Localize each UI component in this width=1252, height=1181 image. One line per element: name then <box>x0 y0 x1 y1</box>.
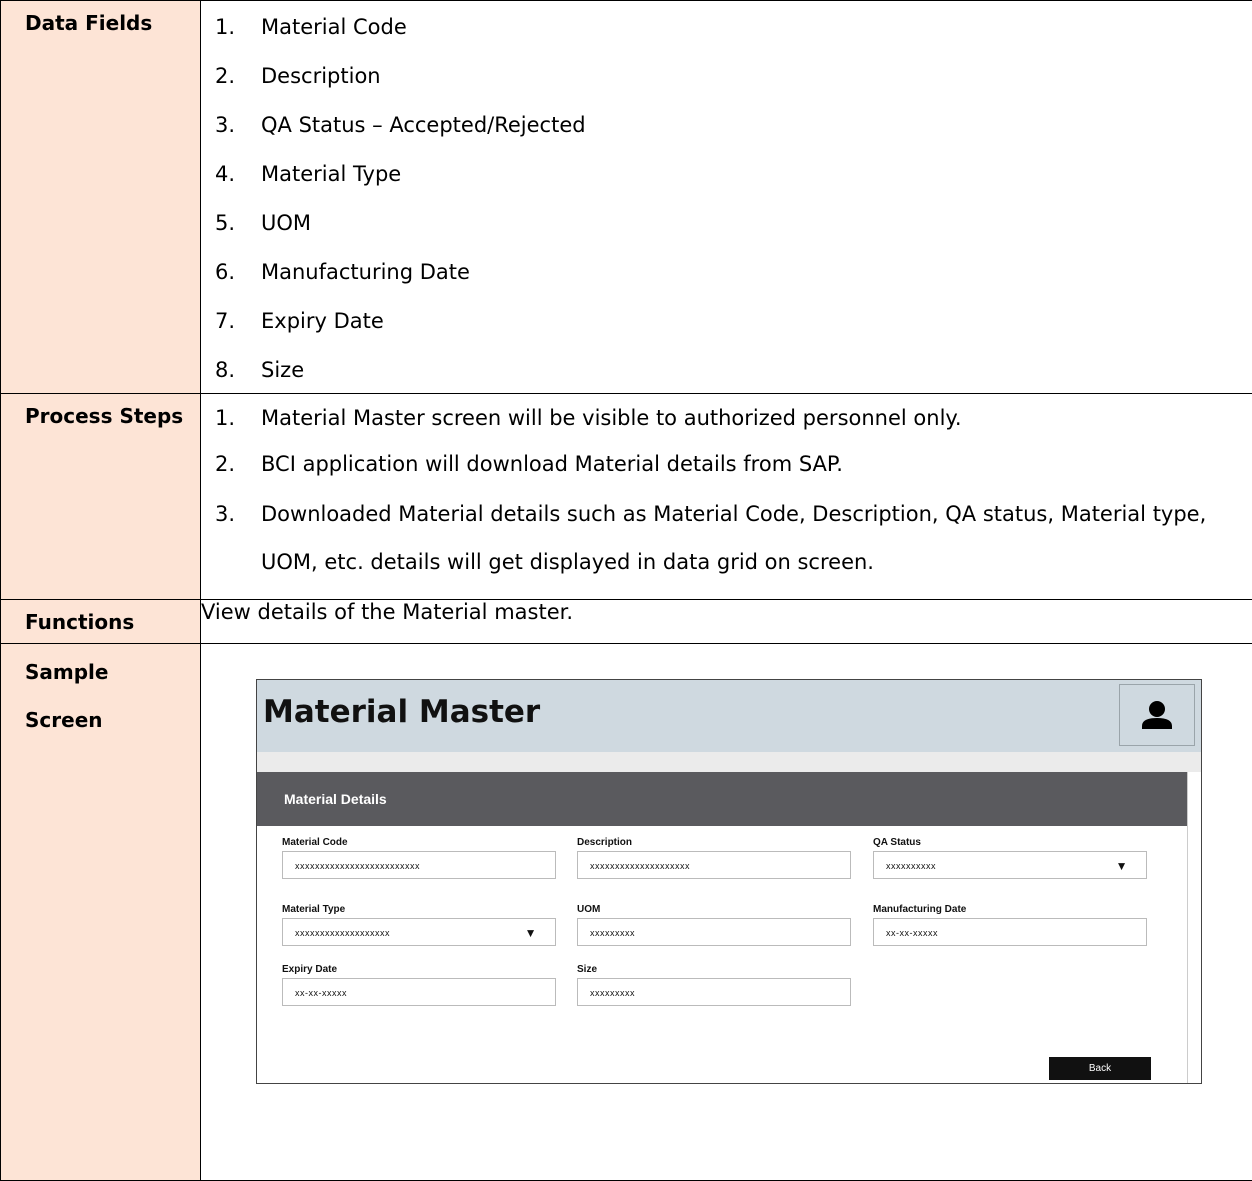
functions-label: Functions <box>1 600 201 644</box>
material-type-field: Material Type xxxxxxxxxxxxxxxxxxx▼ <box>282 904 556 946</box>
app-header: Material Master <box>257 680 1201 752</box>
list-item: 5.UOM <box>201 197 1252 246</box>
list-item: 4.Material Type <box>201 148 1252 197</box>
user-button[interactable] <box>1119 684 1195 746</box>
caret-down-icon: ▼ <box>1116 852 1128 880</box>
user-icon <box>1120 685 1194 745</box>
manufacturing-date-input[interactable]: xx-xx-xxxxx <box>873 918 1147 946</box>
data-fields-row: Data Fields 1.Material Code 2.Descriptio… <box>1 1 1252 394</box>
process-steps-list: 1.Material Master screen will be visible… <box>201 394 1252 586</box>
functions-text: View details of the Material master. <box>201 600 1252 644</box>
list-item: 1.Material Code <box>201 1 1252 50</box>
material-details-panel: Material Details Material Code xxxxxxxxx… <box>257 772 1188 1083</box>
size-input[interactable]: xxxxxxxxx <box>577 978 851 1006</box>
description-field: Description xxxxxxxxxxxxxxxxxxxx <box>577 837 851 879</box>
list-item: 2.BCI application will download Material… <box>201 438 1252 484</box>
list-item: 1.Material Master screen will be visible… <box>201 394 1252 438</box>
list-item: 3.Downloaded Material details such as Ma… <box>201 484 1252 586</box>
list-item: 7.Expiry Date <box>201 295 1252 344</box>
qa-status-field: QA Status xxxxxxxxxx▼ <box>873 837 1147 879</box>
list-item: 8.Size <box>201 344 1252 393</box>
back-button[interactable]: Back <box>1049 1057 1151 1080</box>
manufacturing-date-field: Manufacturing Date xx-xx-xxxxx <box>873 904 1147 946</box>
material-type-select[interactable]: xxxxxxxxxxxxxxxxxxx▼ <box>282 918 556 946</box>
list-item: 6.Manufacturing Date <box>201 246 1252 295</box>
functions-row: Functions View details of the Material m… <box>1 600 1252 644</box>
material-code-field: Material Code xxxxxxxxxxxxxxxxxxxxxxxxx <box>282 837 556 879</box>
process-steps-label: Process Steps <box>1 394 201 600</box>
list-item: 3.QA Status – Accepted/Rejected <box>201 99 1252 148</box>
description-input[interactable]: xxxxxxxxxxxxxxxxxxxx <box>577 851 851 879</box>
uom-input[interactable]: xxxxxxxxx <box>577 918 851 946</box>
expiry-date-input[interactable]: xx-xx-xxxxx <box>282 978 556 1006</box>
expiry-date-field: Expiry Date xx-xx-xxxxx <box>282 964 556 1006</box>
caret-down-icon: ▼ <box>525 919 537 947</box>
page-title: Material Master <box>263 694 540 730</box>
sample-screen-label: Sample Screen <box>1 644 201 1181</box>
uom-field: UOM xxxxxxxxx <box>577 904 851 946</box>
material-code-input[interactable]: xxxxxxxxxxxxxxxxxxxxxxxxx <box>282 851 556 879</box>
list-item: 2.Description <box>201 50 1252 99</box>
data-fields-label: Data Fields <box>1 1 201 394</box>
panel-title: Material Details <box>257 772 1187 826</box>
data-fields-list: 1.Material Code 2.Description 3.QA Statu… <box>201 1 1252 393</box>
size-field: Size xxxxxxxxx <box>577 964 851 1006</box>
process-steps-row: Process Steps 1.Material Master screen w… <box>1 394 1252 600</box>
sample-screen-mock: Material Master Material Details Materia… <box>256 679 1202 1084</box>
qa-status-select[interactable]: xxxxxxxxxx▼ <box>873 851 1147 879</box>
